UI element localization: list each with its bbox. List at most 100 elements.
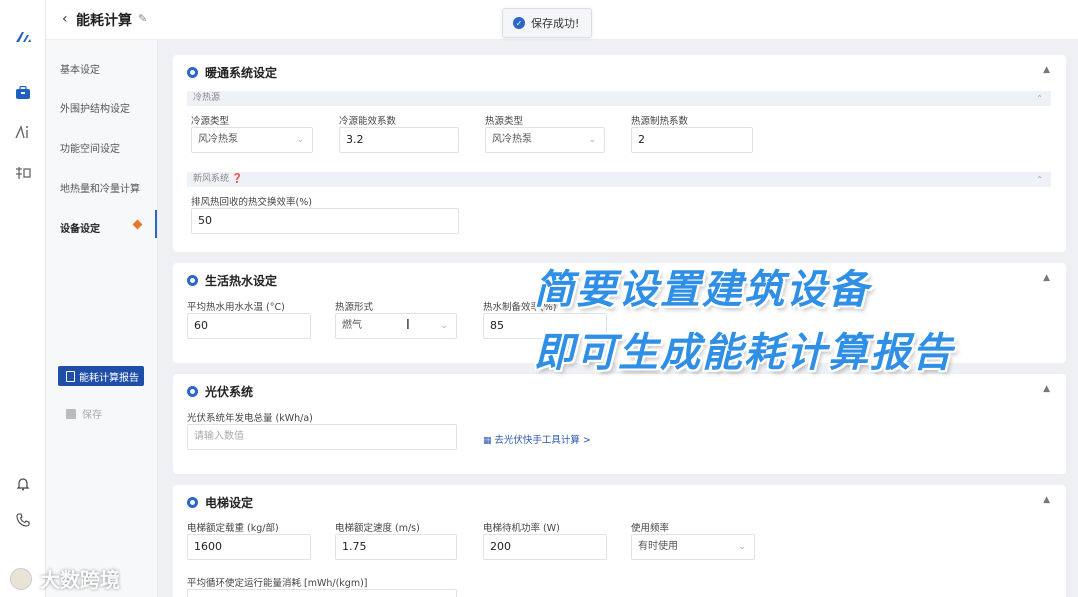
heat-source-form-value: 燃气: [342, 320, 362, 331]
pv-tool-link-text: 去光伏快手工具计算 >: [494, 435, 591, 446]
cold-cop-input[interactable]: 3.2: [339, 127, 459, 153]
nav-item-function-space[interactable]: 功能空间设定: [60, 140, 120, 155]
water-temp-value: 60: [194, 319, 208, 332]
cold-source-type-label: 冷源类型: [191, 116, 230, 127]
standby-power-label: 电梯待机功率 (W): [483, 523, 560, 534]
fresh-air-subheader[interactable]: 新风系统 ❓ ⌃: [187, 172, 1051, 187]
chevron-down-icon: ⌄: [738, 542, 746, 552]
pv-output-placeholder: 请输入数值: [194, 431, 244, 442]
collapse-icon[interactable]: ▲: [1043, 384, 1050, 394]
page-title: 能耗计算: [76, 13, 132, 29]
cycle-energy-input[interactable]: [187, 589, 457, 597]
collapse-icon[interactable]: ▲: [1043, 65, 1050, 75]
briefcase-icon[interactable]: [12, 82, 34, 104]
nav-item-equipment[interactable]: 设备设定: [60, 220, 100, 235]
bell-icon[interactable]: [12, 473, 34, 495]
cycle-energy-label: 平均循环使定运行能量消耗 [mWh/(kgm)]: [187, 578, 368, 589]
active-indicator: [155, 210, 157, 238]
cold-source-header-text: 冷热源: [193, 93, 221, 103]
cold-source-subheader[interactable]: 冷热源 ⌃: [187, 91, 1051, 106]
hvac-card: 暖通系统设定 ▲ 冷热源 ⌃ 冷源类型 风冷热泵 ⌄ 冷源能效系数 3.2 热源…: [173, 55, 1066, 252]
hvac-title-text: 暖通系统设定: [205, 66, 278, 80]
section-nav: 基本设定 外围护结构设定 功能空间设定 地热量和冷量计算 设备设定 能耗计算报告…: [46, 40, 158, 597]
document-icon: [66, 370, 75, 382]
water-temp-input[interactable]: 60: [187, 313, 311, 339]
help-icon[interactable]: ❓: [232, 174, 243, 184]
heat-recovery-input[interactable]: 50: [191, 208, 459, 234]
heat-cop-value: 2: [638, 133, 645, 146]
chevron-down-icon: ⌄: [440, 321, 448, 331]
standby-power-input[interactable]: 200: [483, 534, 607, 560]
water-temp-label: 平均热水用水水温 (°C): [187, 302, 285, 313]
elevator-speed-value: 1.75: [342, 540, 367, 553]
prep-efficiency-value: 85: [490, 319, 504, 332]
hot-water-title: 生活热水设定: [187, 272, 277, 289]
overlay-headline-1: 简要设置建筑设备: [534, 267, 870, 313]
overlay-headline-2: 即可生成能耗计算报告: [534, 330, 954, 376]
icon-rail: [0, 0, 46, 597]
elevator-card: 电梯设定 ▲ 电梯额定载重 (kg/部) 1600 电梯额定速度 (m/s) 1…: [173, 485, 1066, 597]
collapse-icon[interactable]: ▲: [1043, 495, 1050, 505]
pv-title-text: 光伏系统: [205, 385, 254, 399]
section-dot-icon: [187, 386, 198, 397]
save-button[interactable]: 保存: [66, 406, 102, 421]
collapse-icon[interactable]: ▲: [1043, 273, 1050, 283]
pv-tool-link[interactable]: ▦ 去光伏快手工具计算 >: [483, 432, 591, 446]
usage-frequency-label: 使用频率: [631, 523, 670, 534]
elevator-load-value: 1600: [194, 540, 222, 553]
text-cursor-icon: I: [406, 318, 410, 333]
heat-recovery-label: 排风热回收的热交换效率(%): [191, 197, 312, 208]
toast-text: 保存成功!: [531, 17, 580, 30]
elevator-speed-label: 电梯额定速度 (m/s): [335, 523, 420, 534]
elevator-load-input[interactable]: 1600: [187, 534, 311, 560]
save-icon: [66, 408, 76, 419]
chevron-up-icon: ⌃: [1036, 94, 1043, 103]
save-success-toast: ✓ 保存成功!: [502, 8, 593, 38]
pv-title: 光伏系统: [187, 383, 253, 400]
watermark-text: 大数跨境: [40, 568, 120, 592]
check-circle-icon: ✓: [513, 17, 525, 29]
cold-source-type-value: 风冷热泵: [198, 134, 238, 145]
energy-report-button[interactable]: 能耗计算报告: [58, 366, 144, 386]
elevator-speed-input[interactable]: 1.75: [335, 534, 457, 560]
section-dot-icon: [187, 67, 198, 78]
heat-cop-label: 热源制热系数: [631, 116, 689, 127]
pv-card: 光伏系统 ▲ 光伏系统年发电总量 (kWh/a) 请输入数值 ▦ 去光伏快手工具…: [173, 374, 1066, 474]
chevron-up-icon: ⌃: [1036, 175, 1043, 184]
ai-icon[interactable]: [12, 121, 34, 143]
pv-output-label: 光伏系统年发电总量 (kWh/a): [187, 413, 313, 424]
calculator-icon: ▦: [483, 436, 495, 446]
elevator-load-label: 电梯额定载重 (kg/部): [187, 523, 279, 534]
back-chevron-icon[interactable]: ‹: [62, 11, 68, 27]
edit-icon[interactable]: ✎: [138, 12, 147, 25]
usage-frequency-select[interactable]: 有时使用 ⌄: [631, 534, 755, 560]
cold-cop-label: 冷源能效系数: [339, 116, 397, 127]
heat-cop-input[interactable]: 2: [631, 127, 753, 153]
watermark: 大数跨境: [10, 564, 120, 593]
heat-recovery-value: 50: [198, 214, 212, 227]
usage-frequency-value: 有时使用: [638, 541, 678, 552]
standby-power-value: 200: [490, 540, 511, 553]
section-dot-icon: [187, 497, 198, 508]
save-button-label: 保存: [82, 410, 102, 421]
phone-icon[interactable]: [12, 509, 34, 531]
cold-source-type-select[interactable]: 风冷热泵 ⌄: [191, 127, 313, 153]
section-dot-icon: [187, 275, 198, 286]
heat-source-type-label: 热源类型: [485, 116, 524, 127]
heat-source-form-label: 热源形式: [335, 302, 374, 313]
chevron-down-icon: ⌄: [588, 135, 596, 145]
pv-output-input[interactable]: 请输入数值: [187, 424, 457, 450]
nav-item-envelope[interactable]: 外围护结构设定: [60, 100, 130, 115]
hvac-title: 暖通系统设定: [187, 64, 277, 81]
cold-cop-value: 3.2: [346, 133, 364, 146]
hot-water-title-text: 生活热水设定: [205, 274, 278, 288]
heat-source-type-value: 风冷热泵: [492, 134, 532, 145]
nav-item-basic[interactable]: 基本设定: [60, 61, 100, 76]
logo-icon[interactable]: [12, 26, 34, 48]
watermark-avatar-icon: [10, 567, 32, 590]
heat-source-type-select[interactable]: 风冷热泵 ⌄: [485, 127, 605, 153]
heat-source-form-select[interactable]: 燃气 I ⌄: [335, 313, 457, 339]
nav-item-heat-cold-load[interactable]: 地热量和冷量计算: [60, 180, 140, 195]
knowledge-icon[interactable]: [12, 162, 34, 184]
chevron-down-icon: ⌄: [296, 135, 304, 145]
